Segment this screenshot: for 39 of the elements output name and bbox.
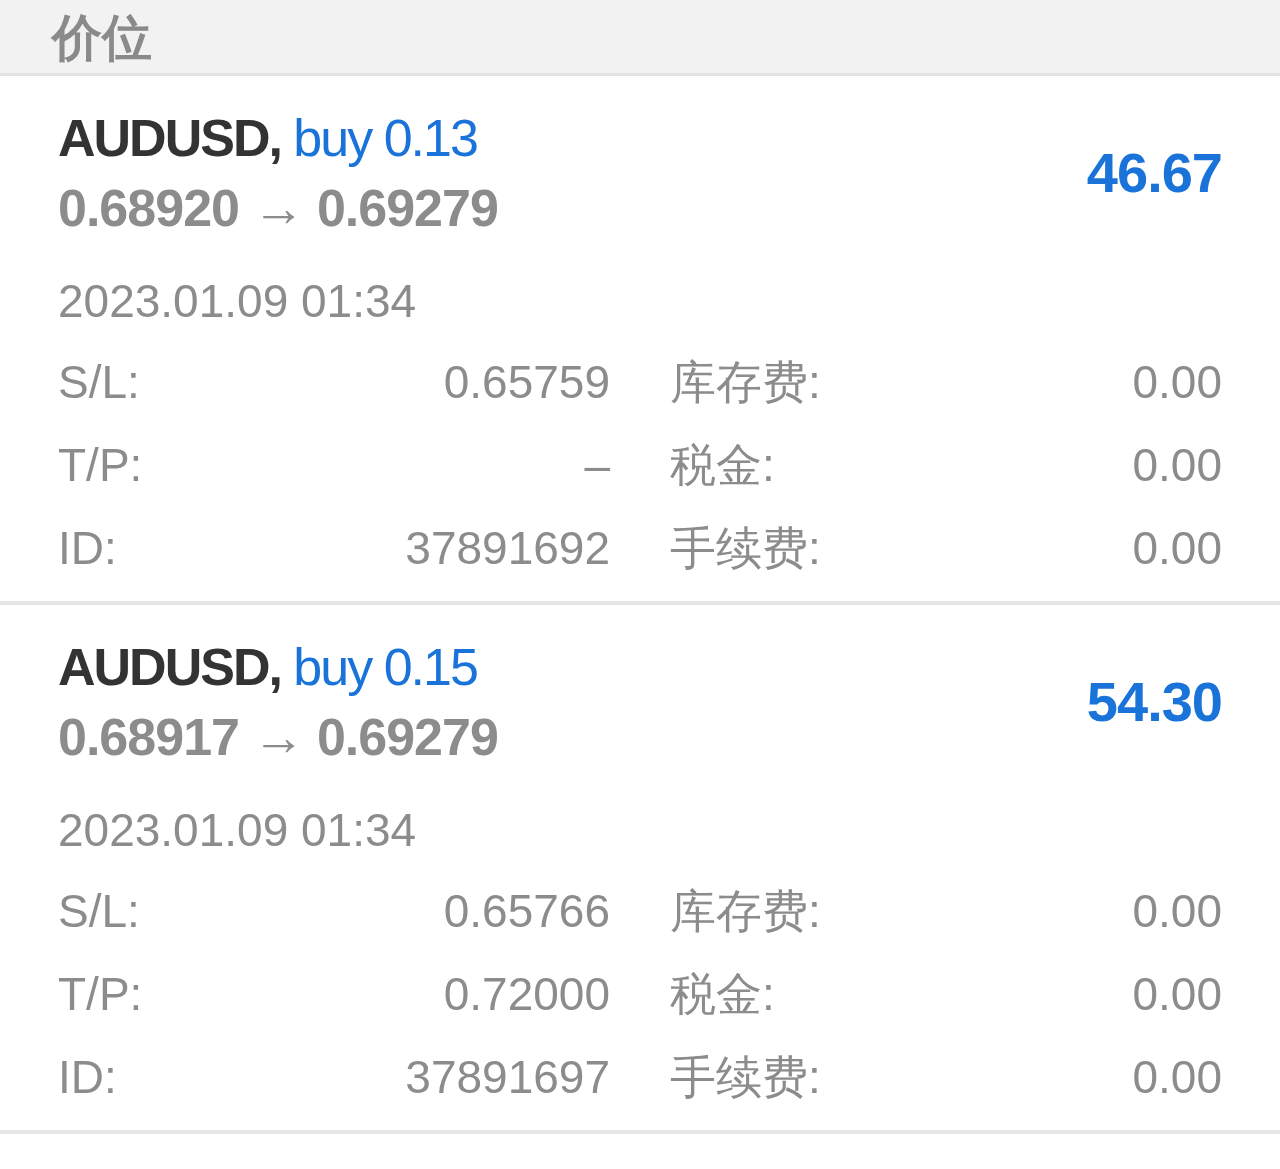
- field-value: 0.00: [1132, 1051, 1222, 1103]
- symbol-label: AUDUSD,: [58, 638, 281, 696]
- field-value: 0.00: [1132, 522, 1222, 574]
- field-label: T/P:: [58, 439, 143, 491]
- field-label: 税金:: [670, 968, 775, 1020]
- header-title: 价位: [52, 9, 152, 68]
- field-value: 0.00: [1132, 439, 1222, 491]
- field-value: 0.65759: [443, 356, 610, 408]
- field-label: T/P:: [58, 968, 143, 1020]
- field-label: 手续费:: [670, 522, 821, 574]
- open-time: 2023.01.09 01:34: [58, 804, 417, 856]
- current-price: 0.69279: [316, 179, 498, 237]
- field-value: 0.65766: [443, 885, 610, 937]
- field-value: 0.00: [1132, 968, 1222, 1020]
- field-label: S/L:: [58, 885, 140, 937]
- profit-value: 46.67: [1086, 140, 1222, 206]
- field-label: 库存费:: [670, 356, 821, 408]
- open-price: 0.68917: [58, 708, 239, 766]
- field-value: –: [584, 439, 610, 491]
- field-label: S/L:: [58, 356, 140, 408]
- field-label: 手续费:: [670, 1051, 821, 1103]
- field-label: 库存费:: [670, 885, 821, 937]
- profit-value: 54.30: [1086, 669, 1222, 735]
- arrow-glyph: →: [252, 179, 304, 237]
- open-price: 0.68920: [58, 179, 239, 237]
- open-time: 2023.01.09 01:34: [58, 275, 417, 327]
- field-value: 37891697: [405, 1051, 610, 1103]
- field-value: 0.00: [1132, 356, 1222, 408]
- field-label: 税金:: [670, 439, 775, 491]
- field-value: 0.72000: [443, 968, 610, 1020]
- arrow-glyph: →: [252, 708, 304, 766]
- field-value: 0.00: [1132, 885, 1222, 937]
- order-type-label: buy 0.13: [293, 109, 477, 167]
- field-value: 37891692: [405, 522, 610, 574]
- field-label: ID:: [58, 522, 117, 574]
- symbol-label: AUDUSD,: [58, 109, 281, 167]
- current-price: 0.69279: [316, 708, 498, 766]
- field-label: ID:: [58, 1051, 117, 1103]
- order-type-label: buy 0.15: [293, 638, 477, 696]
